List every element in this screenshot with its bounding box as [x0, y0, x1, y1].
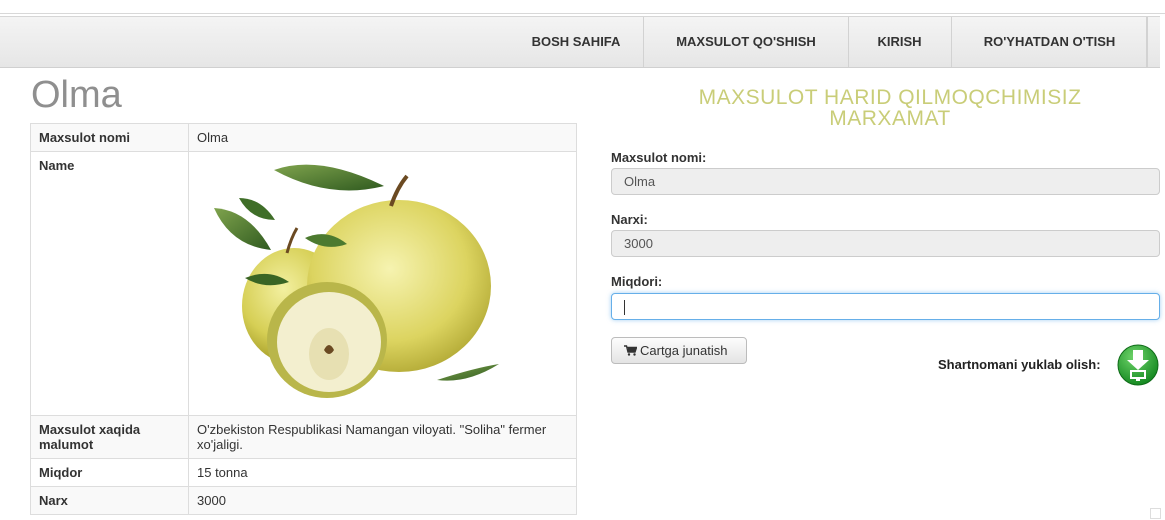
row-value: Olma [188, 123, 577, 152]
table-row: Narx 3000 [30, 486, 577, 515]
nav-home[interactable]: BOSH SAHIFA [512, 17, 640, 67]
table-row: Miqdor 15 tonna [30, 458, 577, 487]
row-key: Name [30, 151, 189, 416]
table-row: Name [30, 151, 577, 416]
row-key: Narx [30, 486, 189, 515]
shopping-cart-icon [624, 345, 638, 356]
product-info-table: Maxsulot nomi Olma Name Maxsulot xaqida … [30, 123, 577, 515]
add-to-cart-button[interactable]: Cartga junatish [611, 337, 747, 364]
row-key: Maxsulot xaqida malumot [30, 415, 189, 459]
product-name-label: Maxsulot nomi: [611, 150, 707, 165]
nav-add-product[interactable]: MAXSULOT QO'SHISH [643, 17, 849, 67]
row-key: Miqdor [30, 458, 189, 487]
row-key: Maxsulot nomi [30, 123, 189, 152]
product-name-field[interactable]: Olma [611, 168, 1160, 195]
table-row: Maxsulot nomi Olma [30, 123, 577, 152]
row-value: 3000 [188, 486, 577, 515]
row-value: O'zbekiston Respublikasi Namangan viloya… [188, 415, 577, 459]
page-title: Olma [31, 74, 122, 116]
nav-register[interactable]: RO'YHATDAN O'TISH [951, 17, 1148, 67]
add-to-cart-label: Cartga junatish [640, 343, 728, 358]
top-border-line [0, 13, 1165, 14]
quantity-label: Miqdori: [611, 274, 663, 289]
download-contract-label: Shartnomani yuklab olish: [938, 357, 1101, 372]
apple-image [214, 164, 499, 398]
text-caret [624, 300, 625, 316]
navbar: BOSH SAHIFA MAXSULOT QO'SHISH KIRISH RO'… [0, 16, 1160, 68]
download-icon[interactable] [1116, 343, 1160, 387]
row-value: 15 tonna [188, 458, 577, 487]
nav-login[interactable]: KIRISH [848, 17, 951, 67]
quantity-input[interactable] [611, 293, 1160, 320]
scroll-corner [1150, 508, 1161, 519]
order-heading: MAXSULOT HARID QILMOQCHIMISIZ MARXAMAT [698, 86, 1082, 130]
price-label: Narxi: [611, 212, 648, 227]
product-image-cell [188, 151, 577, 416]
table-row: Maxsulot xaqida malumot O'zbekiston Resp… [30, 415, 577, 459]
price-field[interactable]: 3000 [611, 230, 1160, 257]
nav-divider [1146, 17, 1147, 67]
